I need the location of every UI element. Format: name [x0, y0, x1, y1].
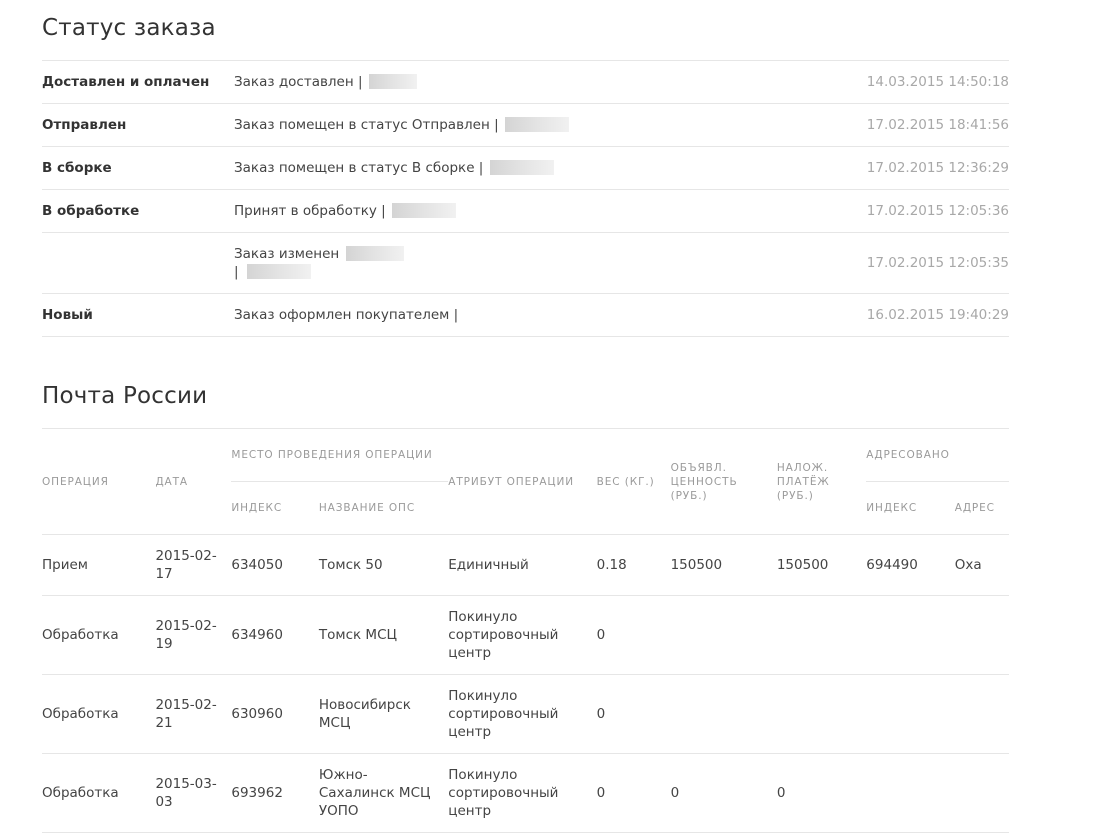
status-timestamp: 16.02.2015 19:40:29: [809, 293, 1009, 337]
status-description: Заказ оформлен покупателем |: [234, 293, 809, 337]
cell-index: 693962: [231, 753, 319, 833]
status-name: В сборке: [42, 146, 234, 190]
status-timestamp: 17.02.2015 18:41:56: [809, 103, 1009, 147]
cell-weight: 0: [596, 595, 671, 675]
redacted-user-blur: [345, 246, 404, 261]
table-row: Обработка 2015-03-03 693962 Южно-Сахалин…: [42, 753, 1009, 833]
col-header-weight: Вес (кг.): [596, 428, 671, 535]
col-header-cod: Налож. платёж (руб.): [776, 428, 867, 535]
cell-date: 2015-02-19: [155, 595, 232, 675]
status-timestamp: 17.02.2015 12:05:35: [809, 232, 1009, 294]
tracking-table: Операция Дата Место проведения операции …: [42, 428, 1009, 833]
cell-cod: 0: [776, 753, 867, 833]
cell-operation: Обработка: [42, 595, 156, 675]
cell-addr-index: [866, 595, 955, 675]
col-header-spacer: [211, 428, 232, 535]
cell-address: [954, 674, 1009, 754]
status-description: Заказ помещен в статус В сборке |: [234, 146, 809, 190]
cell-address: [954, 595, 1009, 675]
col-header-operation: Операция: [42, 428, 156, 535]
col-header-declared-value: Объявл. ценность (руб.): [670, 428, 777, 535]
cell-cod: [776, 674, 867, 754]
cell-ops-name: Томск МСЦ: [318, 595, 449, 675]
status-description-text: Принят в обработку |: [234, 203, 386, 219]
status-description-text: Заказ помещен в статус В сборке |: [234, 160, 484, 176]
cell-attribute: Единичный: [448, 534, 597, 596]
col-header-address: Адрес: [954, 481, 1009, 535]
col-header-attribute: Атрибут операции: [448, 428, 597, 535]
redacted-user-blur: [368, 74, 417, 89]
status-description-text: Заказ доставлен |: [234, 74, 363, 90]
status-name: Новый: [42, 293, 234, 337]
col-header-addr-index: Индекс: [866, 481, 955, 535]
status-table: Доставлен и оплачен Заказ доставлен | 14…: [42, 60, 1009, 337]
cell-declared-value: [670, 674, 777, 754]
russian-post-section-title: Почта России: [42, 383, 208, 409]
redacted-user-blur: [246, 264, 311, 279]
status-description-text: Заказ помещен в статус Отправлен |: [234, 117, 499, 133]
cell-operation: Обработка: [42, 753, 156, 833]
status-timestamp: 17.02.2015 12:36:29: [809, 146, 1009, 190]
status-name: Отправлен: [42, 103, 234, 147]
cell-operation: Обработка: [42, 674, 156, 754]
status-section-title: Статус заказа: [42, 15, 216, 41]
cell-operation: Прием: [42, 534, 156, 596]
col-header-date: Дата: [155, 428, 212, 535]
status-row: В обработке Принят в обработку | 17.02.2…: [42, 189, 1009, 233]
cell-declared-value: 0: [670, 753, 777, 833]
status-name: [42, 232, 234, 294]
status-row: Новый Заказ оформлен покупателем | 16.02…: [42, 293, 1009, 337]
status-description: Принят в обработку |: [234, 189, 809, 233]
redacted-user-blur: [489, 160, 554, 175]
cell-weight: 0.18: [596, 534, 671, 596]
status-name: В обработке: [42, 189, 234, 233]
cell-ops-name: Новосибирск МСЦ: [318, 674, 449, 754]
cell-date: 2015-03-03: [155, 753, 232, 833]
cell-date: 2015-02-21: [155, 674, 232, 754]
cell-weight: 0: [596, 753, 671, 833]
status-timestamp: 17.02.2015 12:05:36: [809, 189, 1009, 233]
redacted-user-blur: [392, 203, 457, 218]
status-description: Заказ изменен |: [234, 232, 809, 294]
status-description-text: Заказ оформлен покупателем |: [234, 307, 459, 323]
col-header-place: Место проведения операции: [231, 428, 449, 482]
cell-ops-name: Томск 50: [318, 534, 449, 596]
cell-declared-value: [670, 595, 777, 675]
cell-attribute: Покинуло сортировочный центр: [448, 595, 597, 675]
cell-addr-index: [866, 674, 955, 754]
table-header-row: Операция Дата Место проведения операции …: [42, 428, 1009, 535]
cell-cod: 150500: [776, 534, 867, 596]
cell-address: Оха: [954, 534, 1009, 596]
status-description: Заказ помещен в статус Отправлен |: [234, 103, 809, 147]
cell-addr-index: [866, 753, 955, 833]
cell-address: [954, 753, 1009, 833]
status-description-text: Заказ изменен: [234, 246, 340, 262]
cell-attribute: Покинуло сортировочный центр: [448, 753, 597, 833]
status-description: Заказ доставлен |: [234, 60, 809, 104]
redacted-user-blur: [504, 117, 569, 132]
table-row: Обработка 2015-02-19 634960 Томск МСЦ По…: [42, 595, 1009, 675]
cell-index: 634050: [231, 534, 319, 596]
cell-index: 630960: [231, 674, 319, 754]
cell-weight: 0: [596, 674, 671, 754]
status-row: Доставлен и оплачен Заказ доставлен | 14…: [42, 60, 1009, 104]
cell-index: 634960: [231, 595, 319, 675]
table-row: Обработка 2015-02-21 630960 Новосибирск …: [42, 674, 1009, 754]
status-description-separator: |: [234, 264, 239, 280]
col-header-ops-name: Название ОПС: [318, 481, 449, 535]
status-row: Отправлен Заказ помещен в статус Отправл…: [42, 103, 1009, 147]
cell-addr-index: 694490: [866, 534, 955, 596]
table-row: Прием 2015-02-17 634050 Томск 50 Единичн…: [42, 534, 1009, 596]
cell-attribute: Покинуло сортировочный центр: [448, 674, 597, 754]
status-timestamp: 14.03.2015 14:50:18: [809, 60, 1009, 104]
status-row: Заказ изменен | 17.02.2015 12:05:35: [42, 232, 1009, 294]
status-name: Доставлен и оплачен: [42, 60, 234, 104]
col-header-index: Индекс: [231, 481, 319, 535]
cell-declared-value: 150500: [670, 534, 777, 596]
status-row: В сборке Заказ помещен в статус В сборке…: [42, 146, 1009, 190]
col-header-addressed: Адресовано: [866, 428, 1009, 482]
cell-date: 2015-02-17: [155, 534, 232, 596]
cell-cod: [776, 595, 867, 675]
cell-ops-name: Южно-Сахалинск МСЦ УОПО: [318, 753, 449, 833]
